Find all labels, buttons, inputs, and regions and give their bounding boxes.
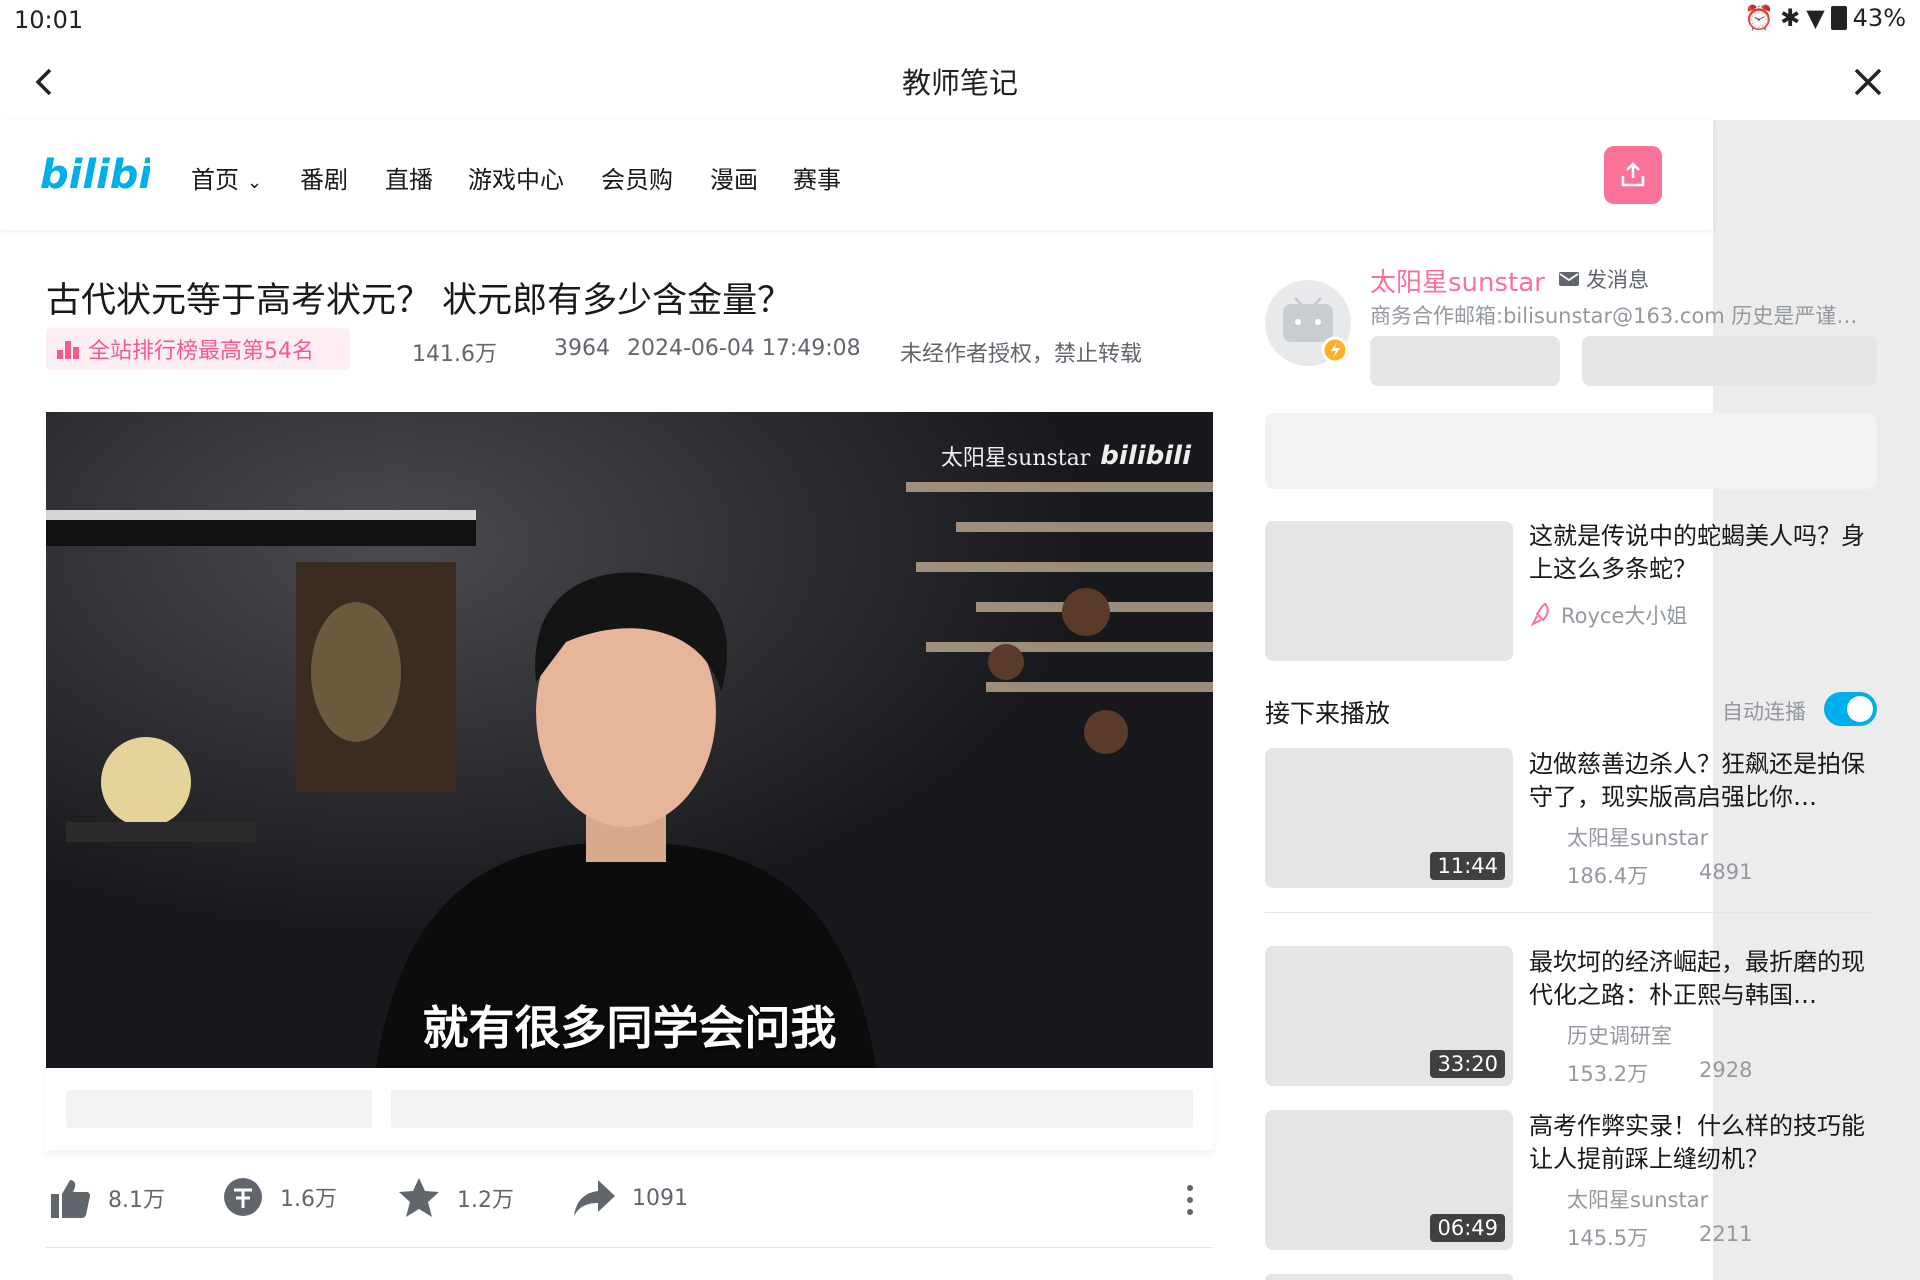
bilibili-logo[interactable]: bilibili [40,148,181,204]
video-duration: 11:44 [1430,852,1505,880]
video-subtitle: 就有很多同学会问我 [422,1001,837,1055]
copyright-notice: 未经作者授权，禁止转载 [900,342,1143,367]
danmaku-count: 3964 [554,336,610,361]
bluetooth-icon: ✱ [1780,4,1801,32]
nav-item-live[interactable]: 直播 [385,160,433,195]
divider [46,1247,1213,1248]
svg-text:bilibili: bilibili [40,152,150,198]
video-watermark: 太阳星sunstar bilibili [940,441,1191,471]
video-title: 古代状元等于高考状元？ 状元郎有多少含金量？ [46,281,793,321]
upload-icon [1621,162,1645,187]
charge-button-skeleton[interactable] [1370,336,1560,386]
app-title: 教师笔记 [901,66,1018,100]
status-icons: ⏰ ✱ ▼ 43% [1744,4,1906,32]
rank-label: 全站排行榜最高第54名 [88,339,314,364]
rec-title[interactable]: 最坎坷的经济崛起，最折磨的现代化之路：朴正熙与韩国… [1529,946,1869,1012]
alarm-icon: ⏰ [1744,4,1775,32]
coin-button[interactable]: 1.6万 [222,1176,337,1218]
divider [1265,912,1877,913]
video-player[interactable]: 太阳星sunstar bilibili 就有很多同学会问我 [46,412,1213,1068]
rec-danmaku: 2928 [1699,1058,1753,1082]
rec-views: 153.2万 [1567,1062,1649,1086]
nav-item-home[interactable]: 首页 ⌄ [191,160,262,195]
battery-icon [1830,6,1847,30]
send-message-button[interactable]: 发消息 [1558,264,1649,294]
nav-item-game-center[interactable]: 游戏中心 [468,160,564,195]
rec-views: 186.4万 [1567,864,1649,888]
nav-item-manga[interactable]: 漫画 [710,160,758,195]
tv-avatar-icon [1283,296,1349,364]
author-description: 商务合作邮箱:bilisunstar@163.com 历史是严谨… [1370,304,1858,328]
like-icon [51,1180,90,1218]
favorite-button[interactable]: 1.2万 [397,1176,514,1220]
publish-date: 2024-06-04 17:49:08 [627,336,861,361]
rec-author[interactable]: Royce大小姐 [1529,600,1687,630]
up-next-heading: 接下来播放 [1265,699,1391,728]
favorite-icon [399,1178,439,1217]
nav-item-esports[interactable]: 赛事 [793,160,841,195]
coin-icon [224,1178,262,1216]
follow-button-skeleton[interactable] [1582,336,1877,386]
rec-danmaku: 4891 [1699,860,1753,884]
share-button[interactable]: 1091 [572,1176,688,1220]
status-time: 10:01 [14,6,84,34]
more-button[interactable] [1180,1180,1200,1220]
author-avatar[interactable] [1265,280,1351,366]
share-icon [574,1180,615,1216]
rec-title[interactable]: 高考作弊实录！什么样的技巧能让人提前踩上缝纫机？ [1529,1110,1869,1176]
rec-author[interactable]: 太阳星sunstar [1567,822,1708,852]
rank-badge[interactable]: 全站排行榜最高第54名 [46,328,350,370]
rec-thumbnail[interactable]: 11:44 [1265,748,1513,888]
mail-icon [1559,272,1579,286]
toolbar-skeleton-right [391,1090,1193,1128]
wifi-icon: ▼ [1806,4,1825,32]
like-button[interactable]: 8.1万 [48,1176,165,1220]
upload-button[interactable] [1604,146,1662,204]
rank-icon [57,341,79,359]
player-toolbar [46,1068,1213,1150]
rec-author[interactable]: 历史调研室 [1567,1020,1672,1050]
rec-author[interactable]: 太阳星sunstar [1567,1184,1708,1214]
battery-percent: 43% [1852,4,1906,32]
ad-banner-skeleton [1265,413,1877,489]
view-count: 141.6万 [412,342,497,367]
video-duration: 06:49 [1430,1214,1505,1242]
close-icon [1854,68,1882,96]
rec-title[interactable]: 这就是传说中的蛇蝎美人吗？身上这么多条蛇？ [1529,520,1869,586]
nav-item-shop[interactable]: 会员购 [601,160,673,195]
rec-thumbnail[interactable]: 33:20 [1265,946,1513,1086]
rocket-icon [1530,602,1549,627]
autoplay-toggle[interactable] [1824,692,1877,726]
rec-thumbnail-partial[interactable] [1265,1274,1513,1280]
rec-views: 145.5万 [1567,1226,1649,1250]
more-icon [1187,1185,1193,1215]
toggle-knob [1847,696,1873,722]
video-duration: 33:20 [1430,1050,1505,1078]
nav-item-bangumi[interactable]: 番剧 [300,160,348,195]
rec-thumbnail[interactable] [1265,521,1513,661]
rec-danmaku: 2211 [1699,1222,1753,1246]
close-button[interactable] [1844,58,1892,106]
video-frame [46,412,1213,1068]
chevron-down-icon: ⌄ [247,172,263,193]
author-name[interactable]: 太阳星sunstar [1370,262,1545,299]
toolbar-skeleton-left [66,1090,372,1128]
rec-thumbnail[interactable]: 06:49 [1265,1110,1513,1250]
autoplay-label: 自动连播 [1722,700,1806,724]
rec-title[interactable]: 边做慈善边杀人？狂飙还是拍保守了，现实版高启强比你… [1529,748,1869,814]
